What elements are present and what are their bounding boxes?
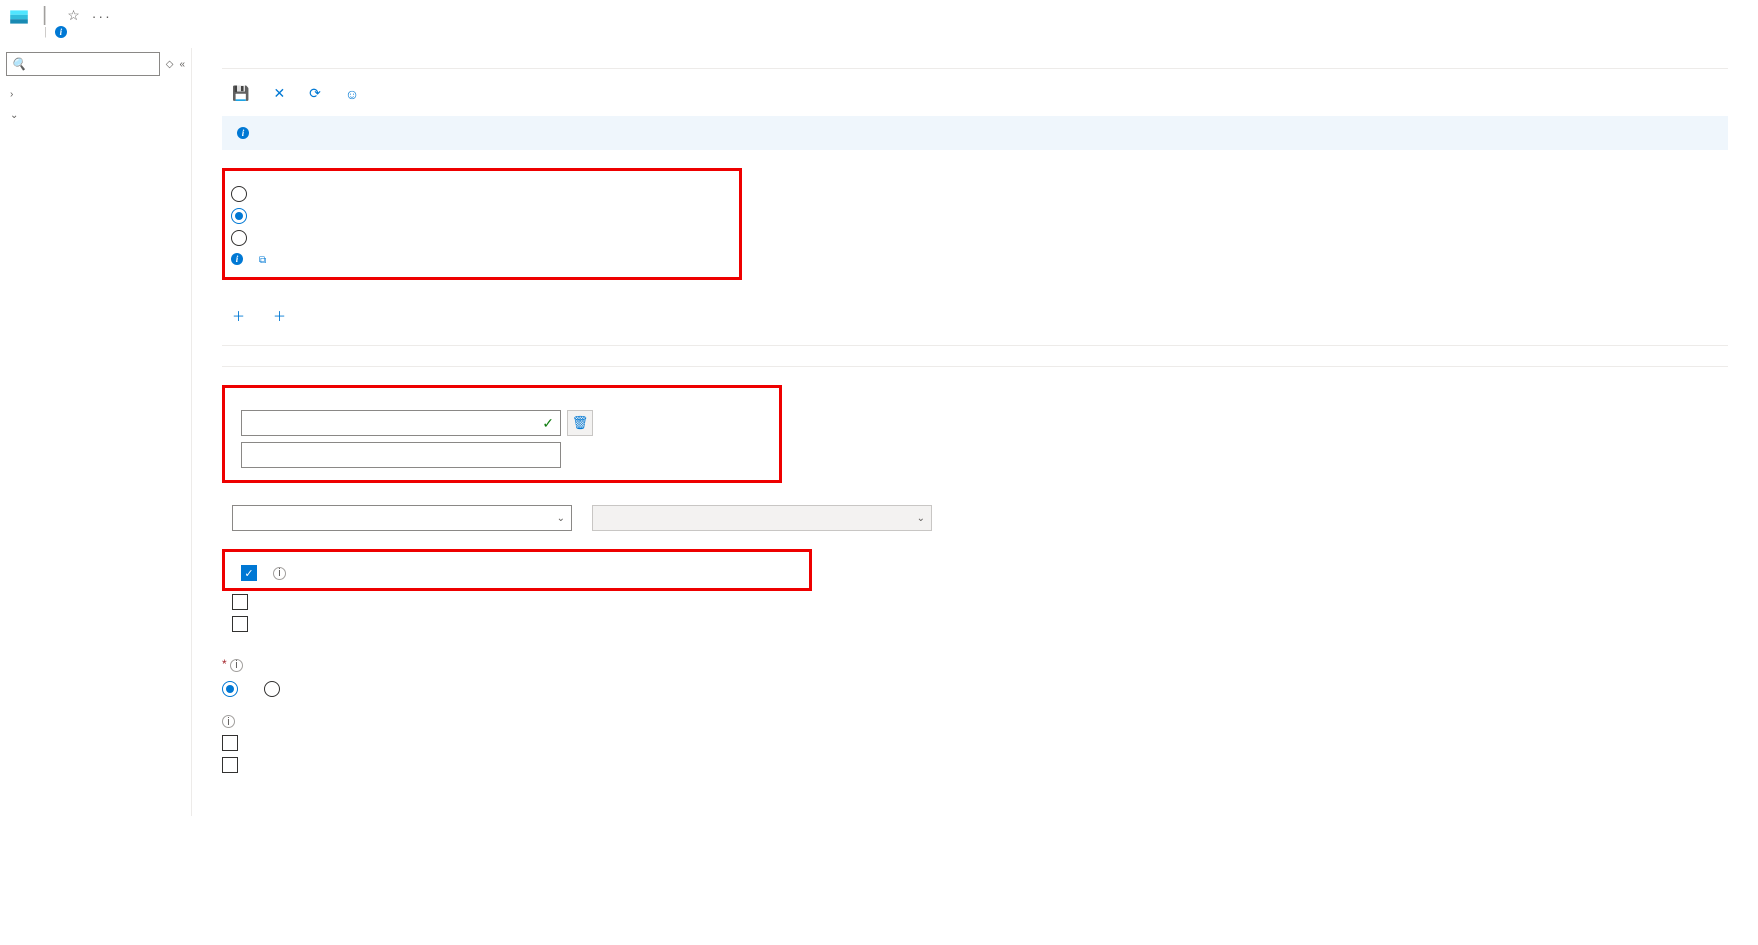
plus-icon: ＋ [232,306,245,325]
collapse-sidebar-icon[interactable]: « [179,59,185,70]
pna-learn-more-link[interactable] [259,252,266,266]
ip-address-placeholder-input[interactable] [241,442,561,468]
pna-option-disabled[interactable] [231,227,729,249]
pna-option-all-networks[interactable] [231,183,729,205]
plus-icon: ＋ [273,306,286,325]
page-header: | ☆ ··· [0,0,1758,28]
resource-type-select[interactable]: ⌄ [232,505,572,531]
command-bar: 💾 ✕ ⟳ ☺ [222,79,1728,116]
info-banner: i [222,116,1728,150]
search-icon: 🔍 [11,57,26,71]
publish-endpoints-label: i [222,710,1728,733]
instance-name-select: ⌄ [592,505,932,531]
refresh-icon: ⟳ [309,85,321,102]
sidebar-group-security-networking[interactable]: ⌄ [0,105,191,126]
highlight-box-pna: i [222,168,742,280]
info-icon: i [237,127,249,139]
add-existing-vnet-button[interactable]: ＋ [232,306,251,325]
exception-storage-metrics[interactable] [222,613,1728,635]
chevron-down-icon: ⌄ [917,513,925,524]
add-new-vnet-button[interactable]: ＋ [273,306,292,325]
help-icon[interactable]: i [222,715,235,728]
help-icon[interactable]: i [230,659,243,672]
trash-icon: 🗑 [572,415,589,431]
highlight-box-exceptions: i [222,549,812,591]
exception-storage-logging[interactable] [222,591,1728,613]
favorite-star-icon[interactable]: ☆ [67,7,80,24]
discard-icon: ✕ [273,85,285,102]
vnet-empty-row [222,346,1728,367]
save-button[interactable]: 💾 [232,85,255,102]
exception-trusted-services[interactable]: i [231,562,799,584]
sidebar: 🔍 ◇ « › ⌄ [0,48,192,816]
sidebar-search-input[interactable]: 🔍 [6,52,160,76]
highlight-box-firewall: ✓ 🗑 [222,385,782,483]
delete-ip-button[interactable]: 🗑 [567,410,593,436]
expand-icon[interactable]: ◇ [166,59,174,70]
chevron-down-icon: ⌄ [557,513,565,524]
info-icon[interactable]: i [55,26,67,38]
tab-bar [222,48,1728,69]
address-range-label [231,400,769,408]
feedback-button[interactable]: ☺ [345,85,365,102]
pna-option-selected-networks[interactable] [231,205,729,227]
resource-type-label: | i [36,26,1758,38]
main-content: 💾 ✕ ⟳ ☺ i i [192,48,1758,816]
refresh-button[interactable]: ⟳ [309,85,327,102]
vnet-table-header [222,333,1728,346]
pna-hint: i [231,249,729,269]
routing-pref-internet[interactable] [264,678,288,700]
help-icon[interactable]: i [273,567,286,580]
discard-button[interactable]: ✕ [273,85,291,102]
routing-pref-label: * i [222,653,1728,676]
feedback-icon: ☺ [345,86,359,102]
info-icon: i [231,253,243,265]
publish-microsoft-routing[interactable] [222,732,1728,754]
routing-pref-microsoft[interactable] [222,678,246,700]
save-icon: 💾 [232,85,249,102]
sidebar-group-data-storage[interactable]: › [0,84,191,105]
ip-address-input[interactable]: ✓ [241,410,561,436]
more-menu-icon[interactable]: ··· [92,8,112,24]
valid-check-icon: ✓ [542,415,554,432]
storage-account-icon [8,6,30,28]
publish-internet-routing[interactable] [222,754,1728,776]
